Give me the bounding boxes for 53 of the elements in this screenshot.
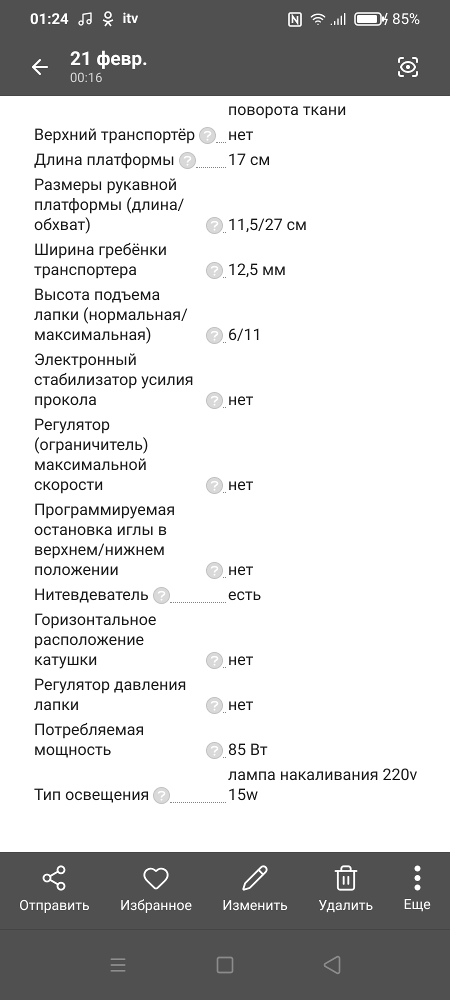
spec-label: Ширина гребёнки транспортера: [34, 240, 168, 280]
wifi-icon: [310, 11, 326, 27]
spec-label: Горизонтальное расположение катушки: [34, 610, 158, 670]
spec-label: Тип освещения: [34, 785, 150, 805]
header-subtitle: 00:16: [70, 71, 104, 87]
action-button[interactable]: Отправить: [19, 864, 90, 917]
signal-icon: [330, 11, 346, 27]
nfc-icon: [288, 12, 302, 26]
spec-label: Нитевдеватель: [34, 585, 149, 605]
help-icon[interactable]: [206, 392, 223, 409]
lens-icon: [396, 55, 420, 79]
help-icon[interactable]: [206, 652, 223, 669]
action-button[interactable]: Удалить: [318, 864, 374, 917]
note-icon: [76, 11, 93, 27]
trash-icon: [332, 864, 360, 892]
spec-label: Размеры рукавной платформы (длина/обхват): [34, 175, 186, 235]
action-button[interactable]: Избранное: [120, 864, 192, 917]
help-icon[interactable]: [206, 477, 223, 494]
header-title: 21 февр.: [70, 47, 148, 71]
pencil-icon: [241, 864, 270, 892]
spec-label: Высота подъема лапки (нормальная/максимальная): [34, 285, 189, 345]
help-icon[interactable]: [206, 217, 223, 234]
help-icon[interactable]: [206, 697, 223, 714]
help-icon[interactable]: [206, 742, 223, 759]
home-button[interactable]: [214, 955, 235, 975]
more-icon: [414, 865, 421, 891]
triangle-icon: [322, 955, 342, 975]
help-icon[interactable]: [199, 127, 216, 144]
status-time: 01:24: [30, 8, 69, 30]
spec-label: Регулятор давления лапки: [34, 675, 188, 715]
battery-level: 85%: [392, 8, 420, 30]
action-button[interactable]: Изменить: [222, 864, 288, 917]
help-icon[interactable]: [206, 562, 223, 579]
back-nav-button[interactable]: [322, 955, 342, 975]
spec-label: Программируемая остановка иглы в верхнем/нижнем положении: [34, 500, 176, 580]
spec-label: Регулятор (ограничитель) максимальной скорости: [34, 415, 150, 495]
spec-label: Электронный стабилизатор усилия прокола: [34, 350, 195, 410]
leader-line: [170, 602, 226, 603]
help-icon[interactable]: [178, 152, 196, 169]
battery-icon: [354, 12, 388, 26]
leader-line: [170, 802, 226, 803]
spec-label: Длина платформы: [34, 150, 175, 170]
help-icon[interactable]: [153, 787, 170, 804]
person-icon: [100, 11, 115, 27]
action-button[interactable]: Еще: [404, 865, 431, 916]
help-icon[interactable]: [206, 262, 223, 279]
help-icon[interactable]: [152, 587, 170, 604]
spec-label: Верхний транспортёр: [34, 125, 196, 145]
spec-label: Потребляемая мощность: [34, 720, 146, 760]
app-label: itv: [122, 10, 138, 28]
help-icon[interactable]: [206, 327, 223, 344]
square-icon: [214, 955, 235, 975]
share-icon: [40, 864, 68, 892]
